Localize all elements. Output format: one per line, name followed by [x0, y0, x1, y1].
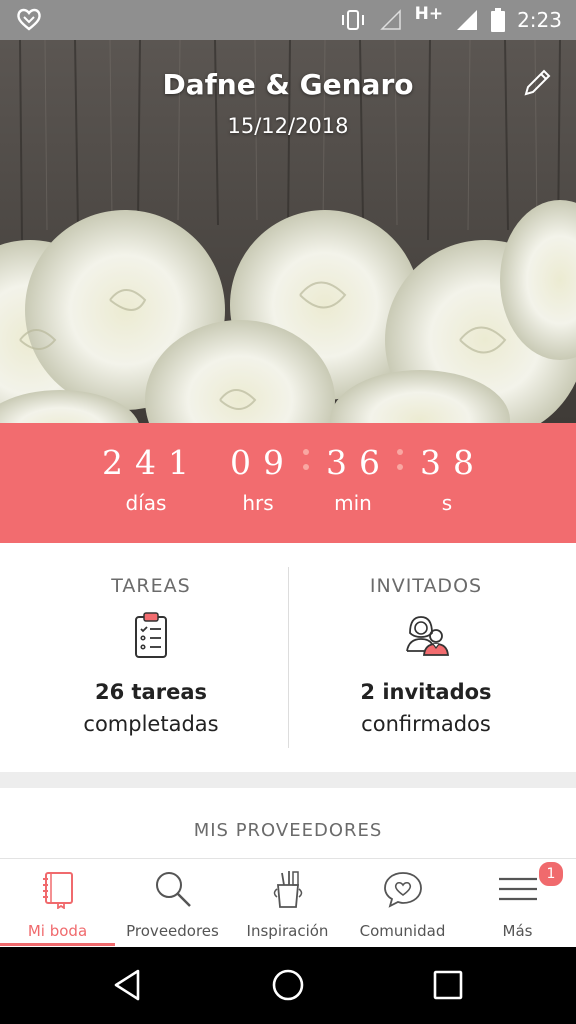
clock: 2:23: [517, 8, 562, 32]
countdown-days: 241: [102, 443, 201, 482]
guests-card[interactable]: INVITADOS 2 invitados confirmados: [282, 543, 570, 772]
signal-empty-icon: [379, 9, 401, 30]
countdown-seconds: 38: [420, 443, 486, 482]
countdown-hours: 09: [230, 443, 296, 482]
wedding-date: 15/12/2018: [227, 114, 349, 138]
craft-cup-icon: [273, 871, 302, 908]
bottom-navigation: Mi boda Proveedores Inspiración Comunida…: [0, 858, 576, 947]
nav-label: Inspiración: [246, 922, 329, 940]
back-icon[interactable]: [108, 965, 148, 1005]
network-type: H+: [414, 4, 444, 24]
search-icon: [155, 872, 191, 907]
summary-stats: TAREAS 26 tareas completadas INVITADOS 2…: [0, 543, 576, 772]
signal-full-icon: [457, 10, 478, 30]
countdown-panel: 241 09 36 38 días hrs min s: [0, 423, 576, 543]
guests-subtitle: confirmados: [361, 712, 491, 736]
active-tab-indicator: [0, 943, 115, 946]
countdown-days-label: días: [125, 491, 167, 515]
nav-label: Proveedores: [126, 922, 219, 940]
tasks-card[interactable]: TAREAS 26 tareas completadas: [7, 543, 295, 772]
nav-item-comunidad[interactable]: Comunidad: [345, 859, 460, 948]
pencil-icon[interactable]: [520, 66, 554, 100]
tasks-subtitle: completadas: [83, 712, 219, 736]
home-icon[interactable]: [268, 965, 308, 1005]
nav-label: Mi boda: [27, 922, 88, 940]
chat-heart-icon: [383, 872, 422, 908]
tasks-count: 26 tareas: [94, 680, 207, 704]
countdown-minutes-label: min: [334, 491, 372, 515]
providers-section: MIS PROVEEDORES: [0, 788, 576, 858]
countdown-separator: [397, 449, 403, 479]
battery-icon: [491, 8, 506, 32]
nav-item-inspiracion[interactable]: Inspiración: [230, 859, 345, 948]
notification-badge: 1: [537, 860, 565, 888]
countdown-hours-label: hrs: [242, 491, 274, 515]
guests-title: INVITADOS: [369, 575, 483, 597]
couple-icon: [406, 616, 449, 656]
notebook-icon: [42, 872, 73, 910]
recents-icon[interactable]: [428, 965, 468, 1005]
couple-names: Dafne & Genaro: [162, 68, 414, 101]
countdown-minutes: 36: [326, 443, 392, 482]
nav-item-mi-boda[interactable]: Mi boda: [0, 859, 115, 948]
section-separator: [0, 772, 576, 788]
nav-label: Más: [502, 922, 533, 940]
countdown-seconds-label: s: [441, 491, 453, 515]
countdown-separator: [303, 449, 309, 479]
guests-count: 2 invitados: [360, 680, 492, 704]
vibrate-icon: [341, 10, 364, 30]
status-bar: H+ 2:23: [0, 0, 576, 40]
nav-label: Comunidad: [359, 922, 446, 940]
system-navigation-bar: [0, 947, 576, 1024]
hero-banner: Dafne & Genaro 15/12/2018: [0, 40, 576, 423]
heart-app-icon: [17, 8, 41, 31]
nav-item-proveedores[interactable]: Proveedores: [115, 859, 230, 948]
clipboard-checklist-icon: [135, 612, 167, 658]
providers-title: MIS PROVEEDORES: [193, 820, 383, 841]
menu-icon: [498, 877, 537, 901]
tasks-title: TAREAS: [111, 575, 191, 597]
